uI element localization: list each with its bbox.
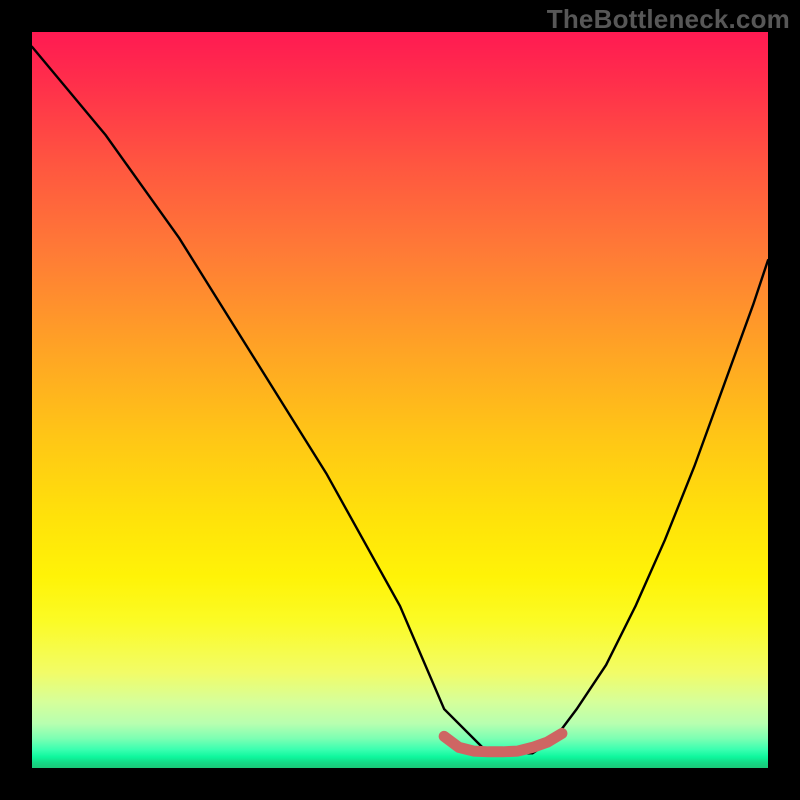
outer-frame: TheBottleneck.com [0, 0, 800, 800]
series-flat-bottom [444, 733, 562, 751]
series-curve [32, 47, 768, 754]
watermark-text: TheBottleneck.com [547, 4, 790, 35]
plot-area [32, 32, 768, 768]
chart-svg [32, 32, 768, 768]
